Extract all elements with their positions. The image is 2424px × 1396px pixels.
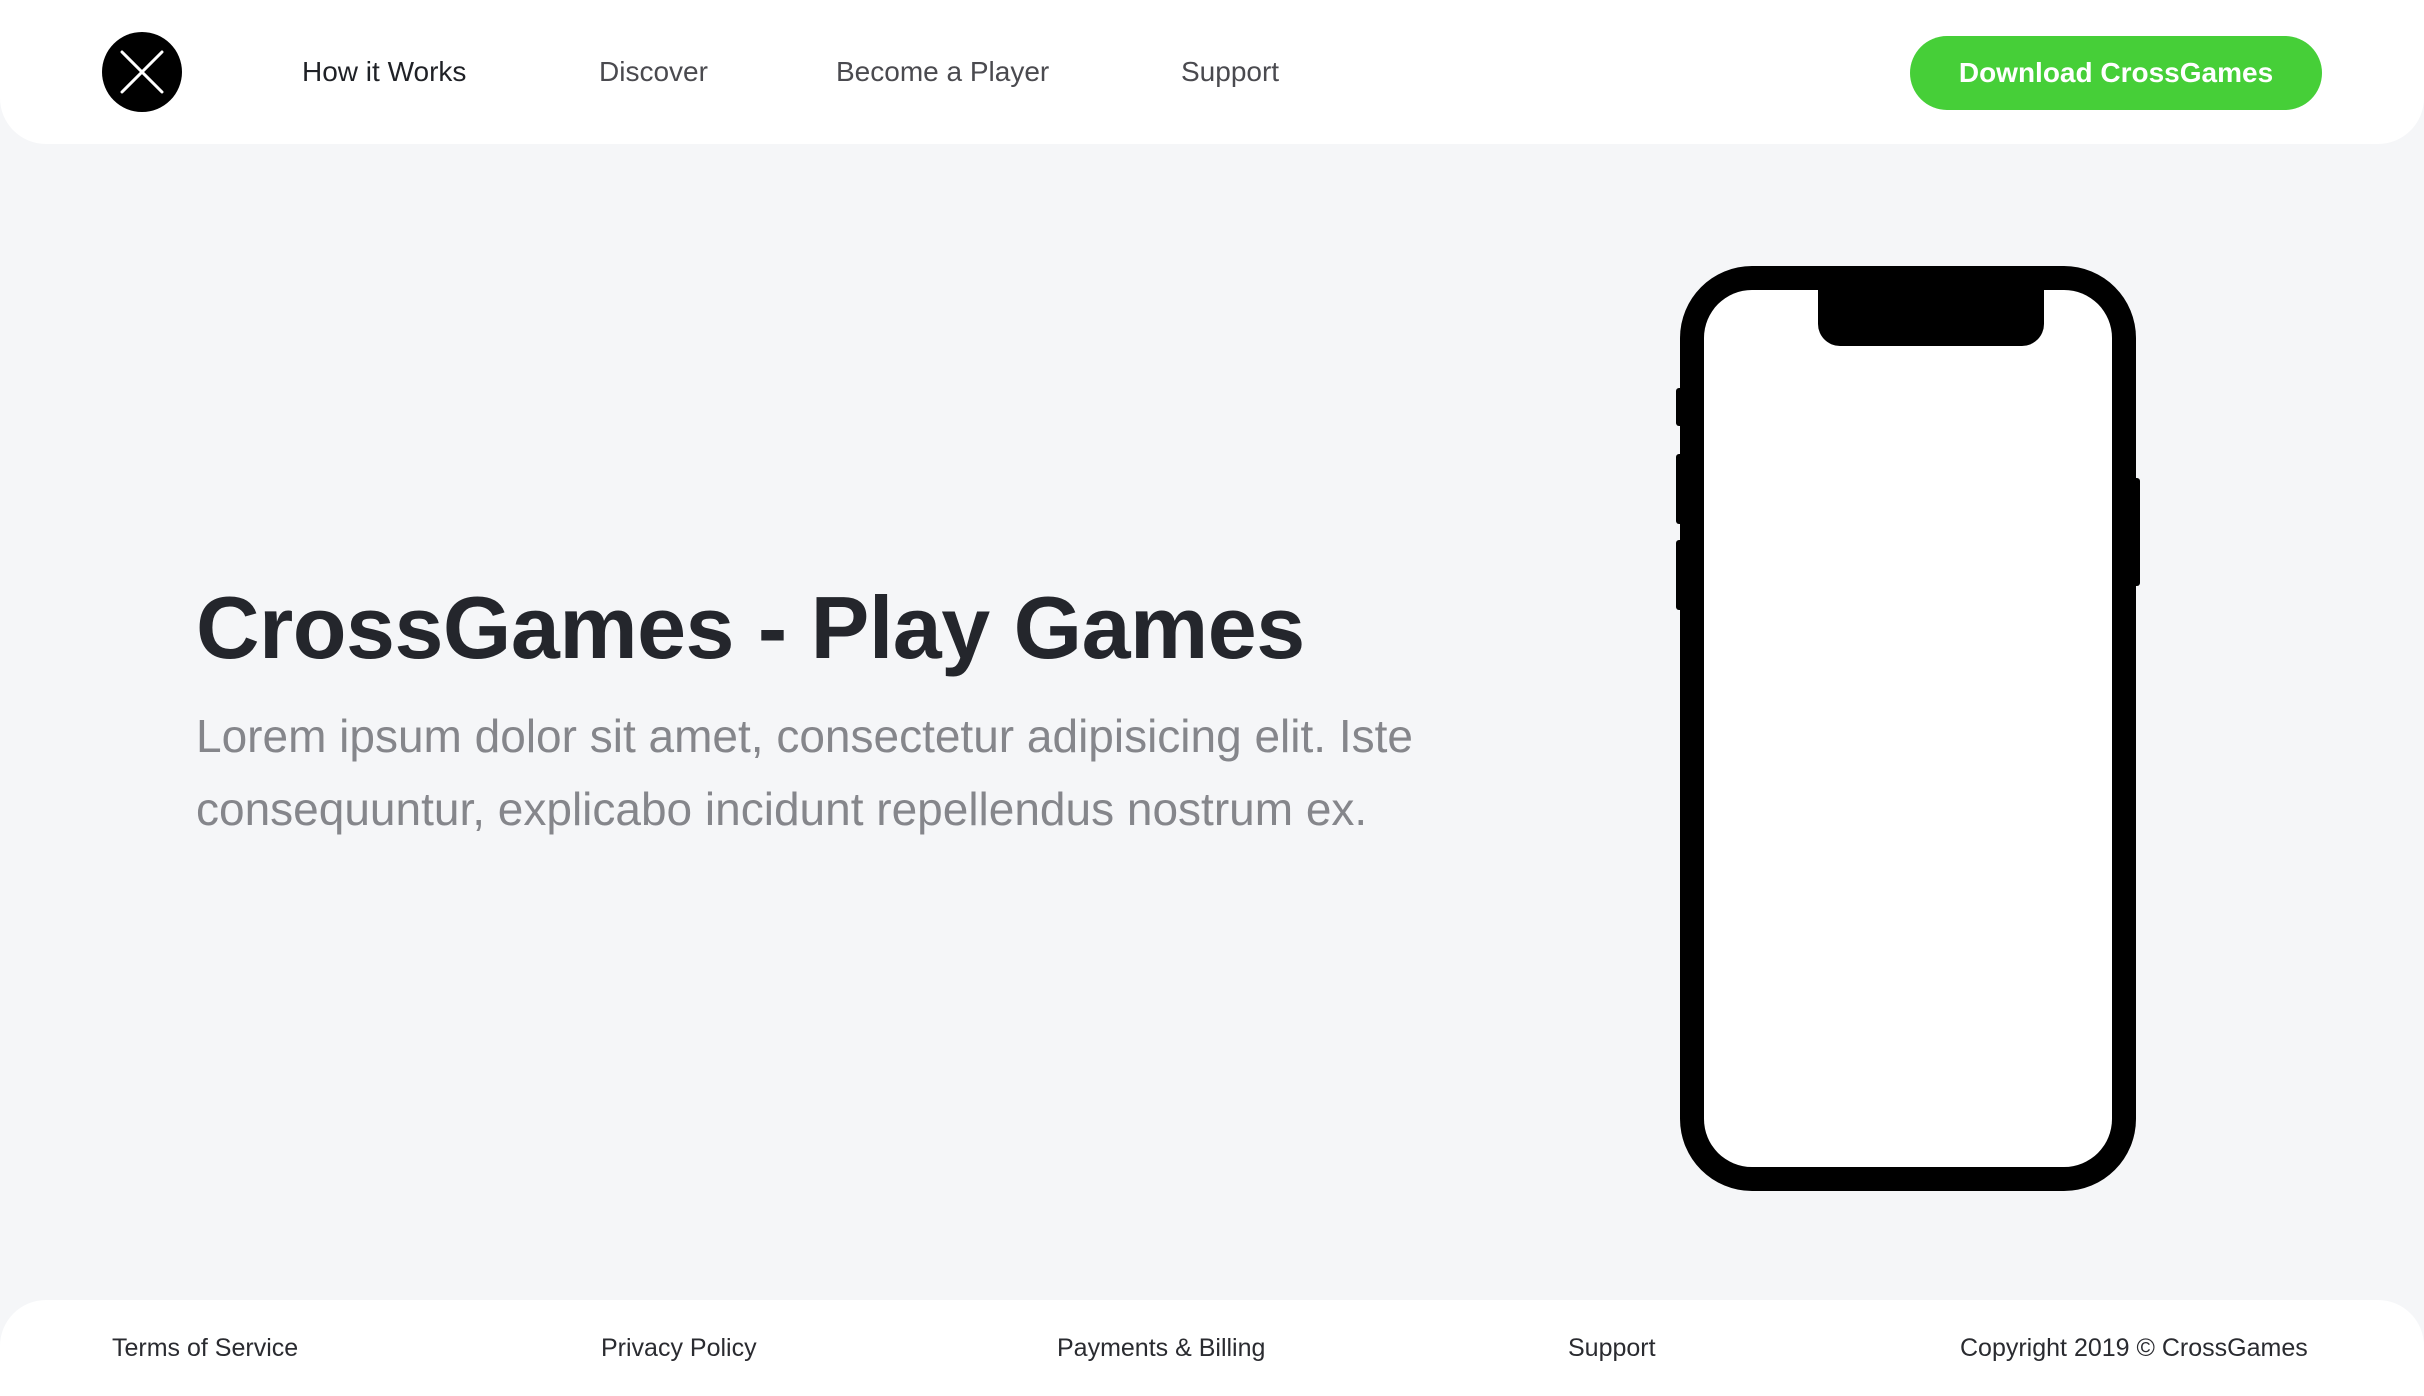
phone-screen: [1704, 290, 2112, 1167]
nav-how-it-works[interactable]: How it Works: [302, 52, 466, 92]
hero-title: CrossGames - Play Games: [196, 578, 1305, 677]
nav-discover[interactable]: Discover: [599, 52, 708, 92]
nav-become-a-player[interactable]: Become a Player: [836, 52, 1049, 92]
footer-terms-of-service[interactable]: Terms of Service: [112, 1330, 298, 1366]
site-footer: Terms of Service Privacy Policy Payments…: [0, 1300, 2424, 1396]
crossed-x-logo-icon: [120, 50, 164, 94]
logo-button[interactable]: [102, 32, 182, 112]
footer-privacy-policy[interactable]: Privacy Policy: [601, 1330, 757, 1366]
footer-copyright: Copyright 2019 © CrossGames: [1960, 1334, 2308, 1362]
footer-support[interactable]: Support: [1568, 1330, 1656, 1366]
nav-support[interactable]: Support: [1181, 52, 1279, 92]
hero-subtitle: Lorem ipsum dolor sit amet, consectetur …: [196, 710, 1413, 835]
footer-payments-billing[interactable]: Payments & Billing: [1057, 1330, 1265, 1366]
phone-frame: [1680, 266, 2136, 1191]
phone-notch: [1818, 290, 2044, 346]
site-header: How it Works Discover Become a Player Su…: [0, 0, 2424, 144]
download-button[interactable]: Download CrossGames: [1910, 36, 2322, 110]
